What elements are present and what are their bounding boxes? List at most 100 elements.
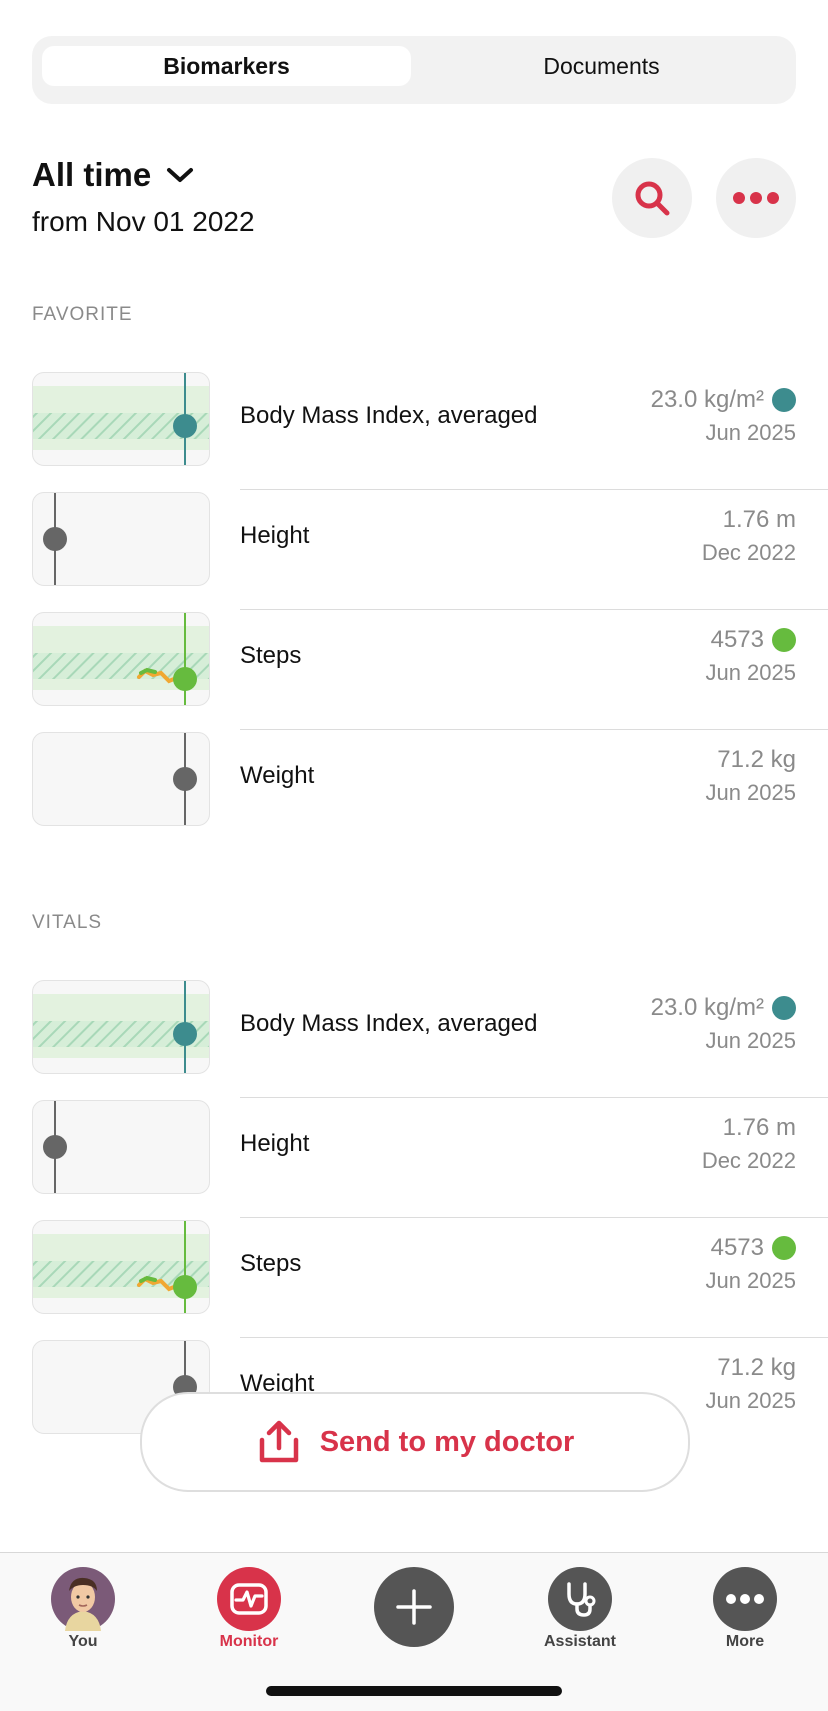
row-divider: [240, 1337, 828, 1338]
biomarker-row-weight[interactable]: Weight 71.2 kg Jun 2025: [32, 732, 828, 852]
nav-assistant-label: Assistant: [543, 1633, 617, 1650]
monitor-icon: [217, 1567, 281, 1631]
status-dot: [772, 996, 796, 1020]
biomarker-bmi-sparkline: [33, 981, 209, 1073]
biomarker-label: Body Mass Index, averaged: [240, 1010, 538, 1037]
biomarker-label: Body Mass Index, averaged: [240, 402, 538, 429]
latest-value-dot: [173, 414, 197, 438]
send-to-doctor-button[interactable]: Send to my doctor: [140, 1392, 690, 1492]
biomarker-value-wrap: 1.76 m: [723, 1114, 796, 1142]
more-options-button[interactable]: [716, 158, 796, 238]
biomarker-thumbnail: [32, 1100, 210, 1194]
nav-add[interactable]: [354, 1567, 474, 1647]
more-dots-icon: [713, 1567, 777, 1631]
tab-biomarkers[interactable]: Biomarkers: [42, 46, 411, 86]
biomarker-height-sparkline: [43, 493, 67, 585]
biomarker-steps-sparkline: [33, 613, 209, 705]
nav-monitor[interactable]: Monitor: [189, 1567, 309, 1651]
biomarker-weight-sparkline: [173, 733, 197, 825]
section-title-vitals: VITALS: [32, 912, 103, 933]
biomarker-date: Jun 2025: [705, 660, 796, 685]
biomarker-value-wrap: 4573: [711, 626, 796, 654]
biomarker-date: Dec 2022: [701, 1148, 796, 1173]
biomarker-value-wrap: 4573: [711, 1234, 796, 1262]
row-divider: [240, 1097, 828, 1098]
biomarker-row-steps[interactable]: Steps 4573 Jun 2025: [32, 612, 828, 732]
biomarker-thumbnail: [32, 612, 210, 706]
row-divider: [240, 609, 828, 610]
biomarker-value: 23.0 kg/m²: [650, 386, 764, 413]
nav-assistant[interactable]: Assistant: [520, 1567, 640, 1651]
status-dot: [772, 1236, 796, 1260]
row-divider: [240, 729, 828, 730]
biomarker-value: 4573: [710, 1234, 764, 1261]
biomarker-value: 4573: [710, 626, 764, 653]
add-icon: [374, 1567, 454, 1647]
biomarker-row-bmi[interactable]: Body Mass Index, averaged 23.0 kg/m² Jun 2…: [32, 372, 828, 492]
avatar: [51, 1567, 115, 1631]
biomarker-value-wrap: 71.2 kg: [717, 746, 796, 774]
biomarker-thumbnail: [32, 372, 210, 466]
search-icon: [635, 181, 670, 216]
status-dot: [772, 628, 796, 652]
section-title-favorite: FAVORITE: [32, 304, 133, 325]
share-upload-icon: [259, 1420, 298, 1463]
nav-more[interactable]: More: [685, 1567, 805, 1651]
time-range-title: All time: [32, 156, 152, 193]
biomarker-date: Dec 2022: [701, 540, 796, 565]
biomarker-value-wrap: 71.2 kg: [717, 1354, 796, 1382]
search-button[interactable]: [612, 158, 692, 238]
biomarker-value-wrap: 1.76 m: [723, 506, 796, 534]
biomarker-date: Jun 2025: [705, 1388, 796, 1413]
biomarker-thumbnail: [32, 1220, 210, 1314]
biomarker-value-wrap: 23.0 kg/m²: [651, 386, 796, 414]
biomarker-height-sparkline: [43, 1101, 67, 1193]
biomarker-date: Jun 2025: [705, 780, 796, 805]
biomarker-date: Jun 2025: [705, 420, 796, 445]
biomarker-value-wrap: 23.0 kg/m²: [651, 994, 796, 1022]
time-range-from: from Nov 01 2022: [32, 206, 255, 237]
biomarker-value: 71.2 kg: [717, 1354, 796, 1381]
biomarker-date: Jun 2025: [705, 1028, 796, 1053]
biomarker-label: Height: [240, 522, 310, 549]
biomarker-thumbnail: [32, 980, 210, 1074]
nav-you[interactable]: You: [23, 1567, 143, 1651]
home-indicator: [266, 1686, 562, 1696]
latest-value-dot: [173, 1275, 197, 1299]
biomarker-thumbnail: [32, 492, 210, 586]
biomarker-bmi-sparkline: [33, 373, 209, 465]
biomarker-value: 1.76 m: [722, 506, 796, 533]
status-dot: [772, 388, 796, 412]
latest-value-dot: [173, 667, 197, 691]
more-dots-icon: [733, 192, 779, 204]
biomarker-row-height[interactable]: Height 1.76 m Dec 2022: [32, 492, 828, 612]
send-to-doctor-label: Send to my doctor: [319, 1425, 575, 1458]
biomarker-thumbnail: [32, 732, 210, 826]
nav-you-label: You: [68, 1633, 98, 1650]
chevron-down-icon: [167, 168, 194, 182]
biomarker-label: Steps: [240, 642, 302, 669]
latest-value-dot: [43, 527, 67, 551]
row-divider: [240, 489, 828, 490]
biomarker-row-height[interactable]: Height 1.76 m Dec 2022: [32, 1100, 828, 1220]
nav-monitor-label: Monitor: [219, 1633, 279, 1650]
segmented-control: Biomarkers Documents: [32, 36, 796, 104]
latest-value-dot: [43, 1135, 67, 1159]
biomarker-label: Steps: [240, 1250, 302, 1277]
time-range-selector[interactable]: All time: [32, 156, 195, 194]
stethoscope-icon: [548, 1567, 612, 1631]
latest-value-dot: [173, 767, 197, 791]
biomarker-row-steps[interactable]: Steps 4573 Jun 2025: [32, 1220, 828, 1340]
biomarker-value: 71.2 kg: [717, 746, 796, 773]
biomarker-steps-sparkline: [33, 1221, 209, 1313]
row-divider: [240, 1217, 828, 1218]
latest-value-dot: [173, 1022, 197, 1046]
biomarker-label: Height: [240, 1130, 310, 1157]
biomarker-row-bmi[interactable]: Body Mass Index, averaged 23.0 kg/m² Jun 2…: [32, 980, 828, 1100]
tab-documents[interactable]: Documents: [417, 46, 786, 86]
nav-more-label: More: [725, 1633, 765, 1650]
biomarker-value: 23.0 kg/m²: [650, 994, 764, 1021]
biomarker-date: Jun 2025: [705, 1268, 796, 1293]
biomarker-value: 1.76 m: [722, 1114, 796, 1141]
biomarker-label: Weight: [240, 762, 315, 789]
